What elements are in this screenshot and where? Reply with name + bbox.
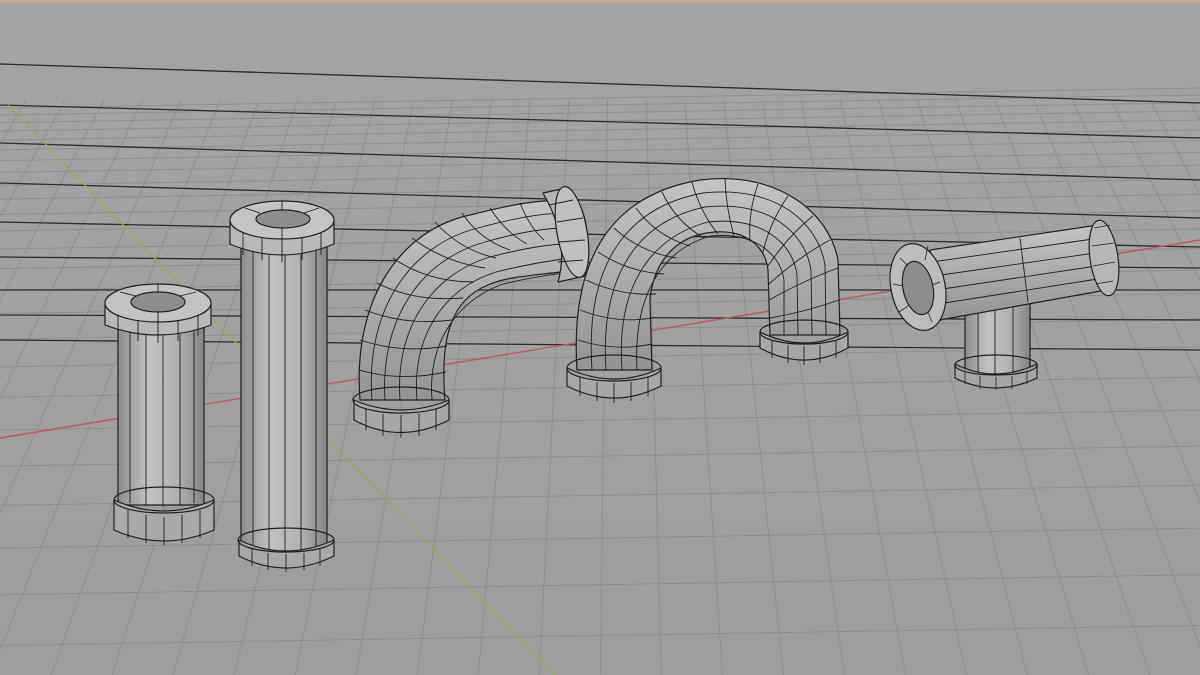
top-edge-bar [0, 0, 1200, 3]
3d-viewport[interactable] [0, 0, 1200, 675]
viewport-canvas[interactable] [0, 0, 1200, 675]
short-pipe-hole [130, 291, 186, 313]
short-pipe-body [117, 319, 205, 506]
long-straight-pipe-mesh[interactable] [229, 200, 335, 572]
long-pipe-hole [255, 209, 311, 229]
long-pipe-body [240, 234, 328, 554]
